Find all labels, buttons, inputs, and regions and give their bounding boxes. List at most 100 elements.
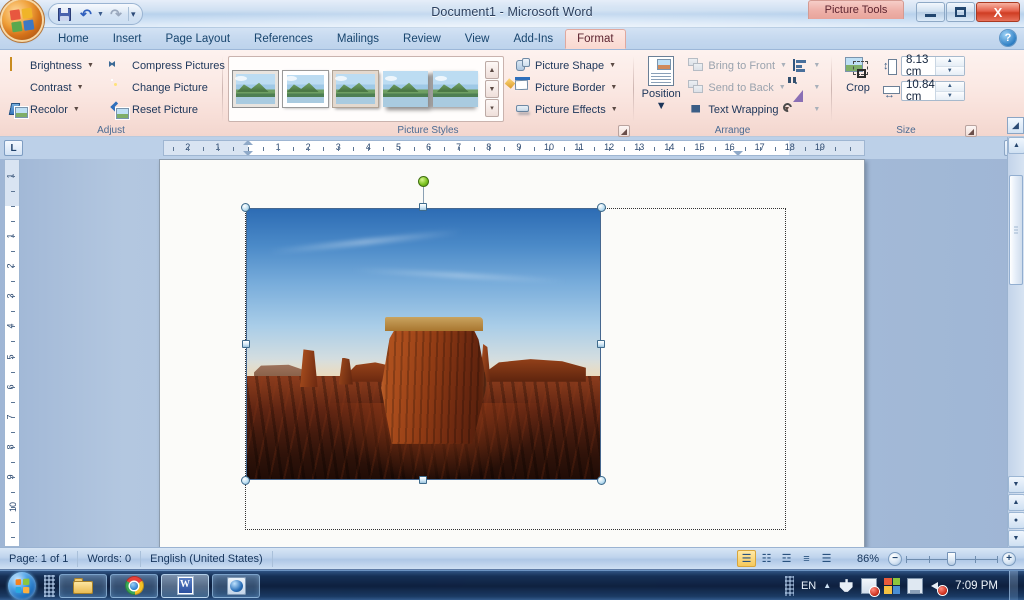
zoom-track[interactable] <box>906 551 998 566</box>
compress-pictures-button[interactable]: Compress Pictures <box>107 55 225 76</box>
handle-top-left[interactable] <box>241 203 250 212</box>
tab-stop-selector[interactable]: L <box>4 140 23 156</box>
language-indicator-tray[interactable]: EN <box>801 580 816 592</box>
gallery-scroll-up-icon[interactable]: ▲ <box>485 61 499 79</box>
picture-style-5[interactable] <box>433 71 478 107</box>
tab-home[interactable]: Home <box>46 29 101 49</box>
picture-style-2[interactable] <box>283 71 328 107</box>
contrast-button[interactable]: Contrast ▼ <box>5 77 107 98</box>
picture-styles-dialog-launcher-icon[interactable]: ◢ <box>618 125 630 137</box>
page-indicator[interactable]: Page: 1 of 1 <box>0 550 79 567</box>
select-browse-object-button[interactable]: ● <box>1007 512 1024 529</box>
brightness-button[interactable]: Brightness ▼ <box>5 55 107 76</box>
show-desktop-button[interactable] <box>1009 570 1018 600</box>
send-to-back-button[interactable]: Send to Back ▼ <box>683 77 789 98</box>
shape-height-input[interactable]: 8.13 cm ▲ ▼ <box>901 54 965 78</box>
first-line-indent-marker[interactable] <box>243 141 253 145</box>
horizontal-ruler[interactable]: 2112345678910111213141516171819 <box>163 140 865 156</box>
position-button[interactable]: Position ▼ <box>639 55 683 112</box>
handle-bottom-left[interactable] <box>241 476 250 485</box>
picture-shape-button[interactable]: Picture Shape ▼ <box>510 55 628 76</box>
minimize-button[interactable] <box>916 2 945 22</box>
handle-bottom-center[interactable] <box>419 476 427 484</box>
tab-review[interactable]: Review <box>391 29 453 49</box>
gallery-more-icon[interactable]: ▾ <box>485 99 499 117</box>
shape-height-stepper[interactable]: ▲ ▼ <box>934 57 964 75</box>
help-icon[interactable]: ? <box>1000 30 1016 46</box>
picture-style-3[interactable] <box>333 71 378 107</box>
picture-styles-gallery[interactable]: ▲ ▼ ▾ <box>228 56 504 122</box>
tab-references[interactable]: References <box>242 29 325 49</box>
tab-format[interactable]: Format <box>565 29 626 49</box>
zoom-in-button[interactable]: + <box>1002 551 1016 566</box>
network-icon[interactable] <box>884 577 901 594</box>
next-page-button[interactable]: ▼ <box>1007 530 1024 547</box>
bring-to-front-button[interactable]: Bring to Front ▼ <box>683 55 789 76</box>
scroll-down-button[interactable]: ▼ <box>1007 476 1024 493</box>
vertical-scrollbar[interactable]: ◢ ▲ ▼ ▲ ● ▼ <box>1007 117 1024 547</box>
language-indicator[interactable]: English (United States) <box>141 550 273 567</box>
draft-view-icon[interactable]: ☰ <box>817 550 836 567</box>
word-count[interactable]: Words: 0 <box>78 550 142 567</box>
handle-middle-right[interactable] <box>597 340 605 348</box>
close-button[interactable]: X <box>976 2 1020 22</box>
restore-button[interactable] <box>946 2 975 22</box>
rotation-handle[interactable] <box>418 176 429 187</box>
tray-grip[interactable] <box>784 575 794 596</box>
zoom-level[interactable]: 86% <box>845 553 879 565</box>
tab-mailings[interactable]: Mailings <box>325 29 391 49</box>
clock[interactable]: 7:09 PM <box>953 580 998 592</box>
taskbar-grip[interactable] <box>44 574 55 597</box>
stepper-up-icon[interactable]: ▲ <box>935 82 964 92</box>
text-wrapping-button[interactable]: Text Wrapping ▼ <box>683 99 790 120</box>
tab-view[interactable]: View <box>453 29 502 49</box>
picture-monument-valley[interactable] <box>246 208 601 480</box>
shape-width-stepper[interactable]: ▲ ▼ <box>934 82 964 100</box>
reset-picture-button[interactable]: Reset Picture <box>107 99 217 120</box>
plug-icon[interactable] <box>839 579 853 592</box>
left-indent-marker[interactable] <box>243 151 253 155</box>
print-layout-view-icon[interactable]: ☰ <box>737 550 756 567</box>
stepper-down-icon[interactable]: ▼ <box>935 66 964 75</box>
align-button[interactable]: ▼ <box>789 55 826 76</box>
outline-view-icon[interactable]: ≡ <box>797 550 816 567</box>
handle-bottom-right[interactable] <box>597 476 606 485</box>
vertical-ruler[interactable]: 112345678910 <box>4 159 20 547</box>
scroll-up-button[interactable]: ▲ <box>1008 137 1024 154</box>
picture-style-1[interactable] <box>233 71 278 107</box>
shape-width-input[interactable]: 10.84 cm ▲ ▼ <box>901 79 965 103</box>
flag-alert-icon[interactable] <box>861 577 880 596</box>
recolor-button[interactable]: Recolor ▼ <box>5 99 107 120</box>
selected-picture-frame[interactable] <box>241 176 606 485</box>
start-button[interactable] <box>0 571 44 600</box>
tab-add-ins[interactable]: Add-Ins <box>501 29 565 49</box>
picture-border-button[interactable]: Picture Border ▼ <box>504 77 628 98</box>
show-hidden-icons-icon[interactable]: ▲ <box>823 581 831 590</box>
office-button[interactable] <box>2 0 42 40</box>
gallery-scroll-down-icon[interactable]: ▼ <box>485 80 499 98</box>
volume-muted-icon[interactable] <box>930 578 948 595</box>
tab-page-layout[interactable]: Page Layout <box>153 29 242 49</box>
picture-style-4[interactable] <box>383 71 428 107</box>
stepper-up-icon[interactable]: ▲ <box>935 57 964 67</box>
taskbar-item-microsoft-word[interactable] <box>161 573 209 598</box>
stepper-down-icon[interactable]: ▼ <box>935 91 964 100</box>
size-dialog-launcher-icon[interactable]: ◢ <box>965 125 977 137</box>
full-screen-reading-view-icon[interactable]: ☷ <box>757 550 776 567</box>
scrollbar-thumb[interactable] <box>1009 175 1023 285</box>
monitor-icon[interactable] <box>907 577 924 594</box>
web-layout-view-icon[interactable]: ☲ <box>777 550 796 567</box>
change-picture-button[interactable]: Change Picture <box>107 77 217 98</box>
zoom-slider-thumb[interactable] <box>947 551 956 566</box>
crop-button[interactable]: Crop <box>837 55 879 94</box>
handle-middle-left[interactable] <box>242 340 250 348</box>
handle-top-center[interactable] <box>419 203 427 211</box>
document-page[interactable] <box>159 159 865 547</box>
previous-page-button[interactable]: ▲ <box>1007 494 1024 511</box>
picture-effects-button[interactable]: Picture Effects ▼ <box>510 99 628 120</box>
right-indent-marker[interactable] <box>732 151 743 155</box>
taskbar-item-windows-explorer[interactable] <box>59 573 107 598</box>
tab-insert[interactable]: Insert <box>101 29 154 49</box>
taskbar-item-media-player[interactable] <box>212 573 260 598</box>
zoom-out-button[interactable]: − <box>888 551 902 566</box>
